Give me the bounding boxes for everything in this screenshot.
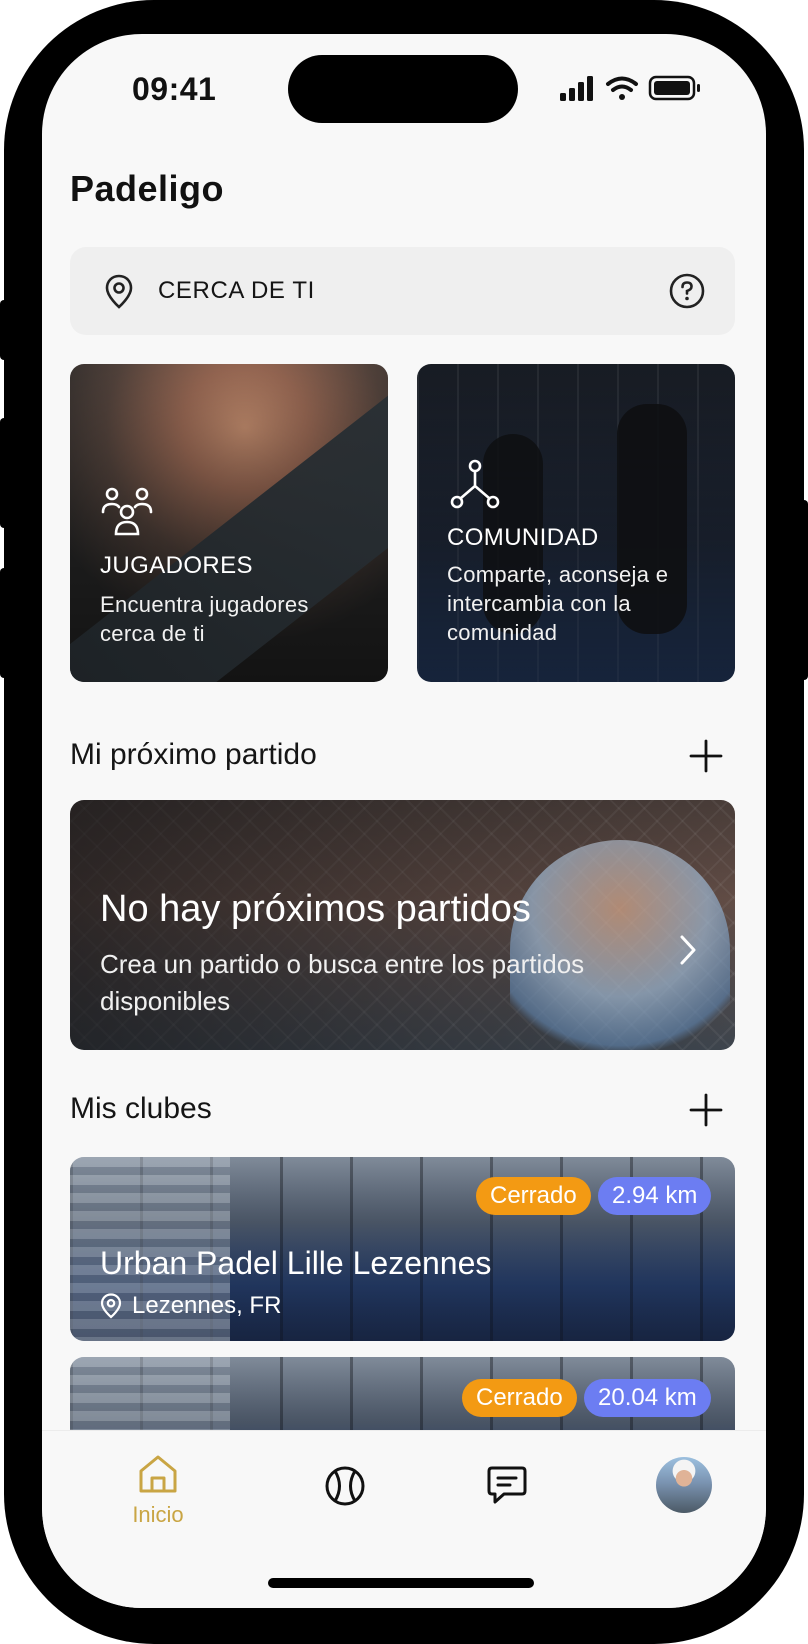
players-title: JUGADORES [100,552,253,579]
add-club-icon[interactable] [688,1092,724,1128]
next-match-heading: Mi próximo partido [70,738,317,771]
club-card[interactable]: Cerrado 2.94 km Urban Padel Lille Lezenn… [70,1157,735,1341]
help-icon[interactable] [668,272,706,310]
app-screen: 09:41 Padeligo CERCA DE TI JUGADORES Enc… [42,34,766,1608]
volume-down-button [0,568,8,678]
avatar [656,1457,712,1513]
next-match-description: Crea un partido o busca entre los partid… [100,949,585,1016]
ball-icon [325,1466,365,1506]
community-card[interactable]: COMUNIDAD Comparte, aconseja e intercamb… [417,364,735,682]
chat-icon [487,1466,527,1504]
club-name: Urban Padel Lille Lezennes [100,1245,492,1281]
players-card[interactable]: JUGADORES Encuentra jugadores cerca de t… [70,364,388,682]
network-icon [450,459,500,509]
chevron-right-icon [680,935,696,965]
app-logo: Padeligo [70,168,224,210]
tab-messages[interactable] [486,1465,528,1510]
club-status-badge: Cerrado [476,1177,591,1215]
tab-matches[interactable] [324,1465,366,1512]
location-selector[interactable]: CERCA DE TI [70,247,735,335]
tab-profile[interactable] [656,1457,712,1513]
club-status-badge: Cerrado [462,1379,577,1417]
add-match-icon[interactable] [688,738,724,774]
wifi-icon [606,76,638,100]
status-icons [560,75,700,101]
location-label: CERCA DE TI [158,277,315,304]
cellular-signal-icon [560,76,593,101]
clubs-heading: Mis clubes [70,1092,212,1125]
battery-icon [648,75,700,101]
players-description: Encuentra jugadores cerca de ti [100,592,309,646]
logo-wordmark: Padeligo [70,168,225,209]
club-location: Lezennes, FR [100,1292,281,1320]
users-icon [101,487,153,536]
location-pin-icon [105,274,133,309]
club-distance-badge: 2.94 km [598,1177,712,1215]
community-title: COMUNIDAD [447,524,599,551]
volume-up-button [0,418,8,528]
silent-switch [0,300,8,360]
next-match-title: No hay próximos partidos [100,888,531,930]
status-time: 09:41 [132,71,217,107]
next-match-card[interactable]: No hay próximos partidos Crea un partido… [70,800,735,1050]
power-button [800,500,808,680]
home-indicator [268,1578,534,1588]
location-pin-icon [100,1293,122,1319]
dynamic-island [288,55,518,123]
club-distance-badge: 20.04 km [584,1379,711,1417]
community-description: Comparte, aconseja e intercambia con la … [447,562,669,645]
home-icon [139,1455,177,1493]
club-location-text: Lezennes, FR [132,1292,282,1319]
tab-home[interactable]: Inicio [114,1453,202,1528]
tab-home-label: Inicio [132,1502,184,1527]
